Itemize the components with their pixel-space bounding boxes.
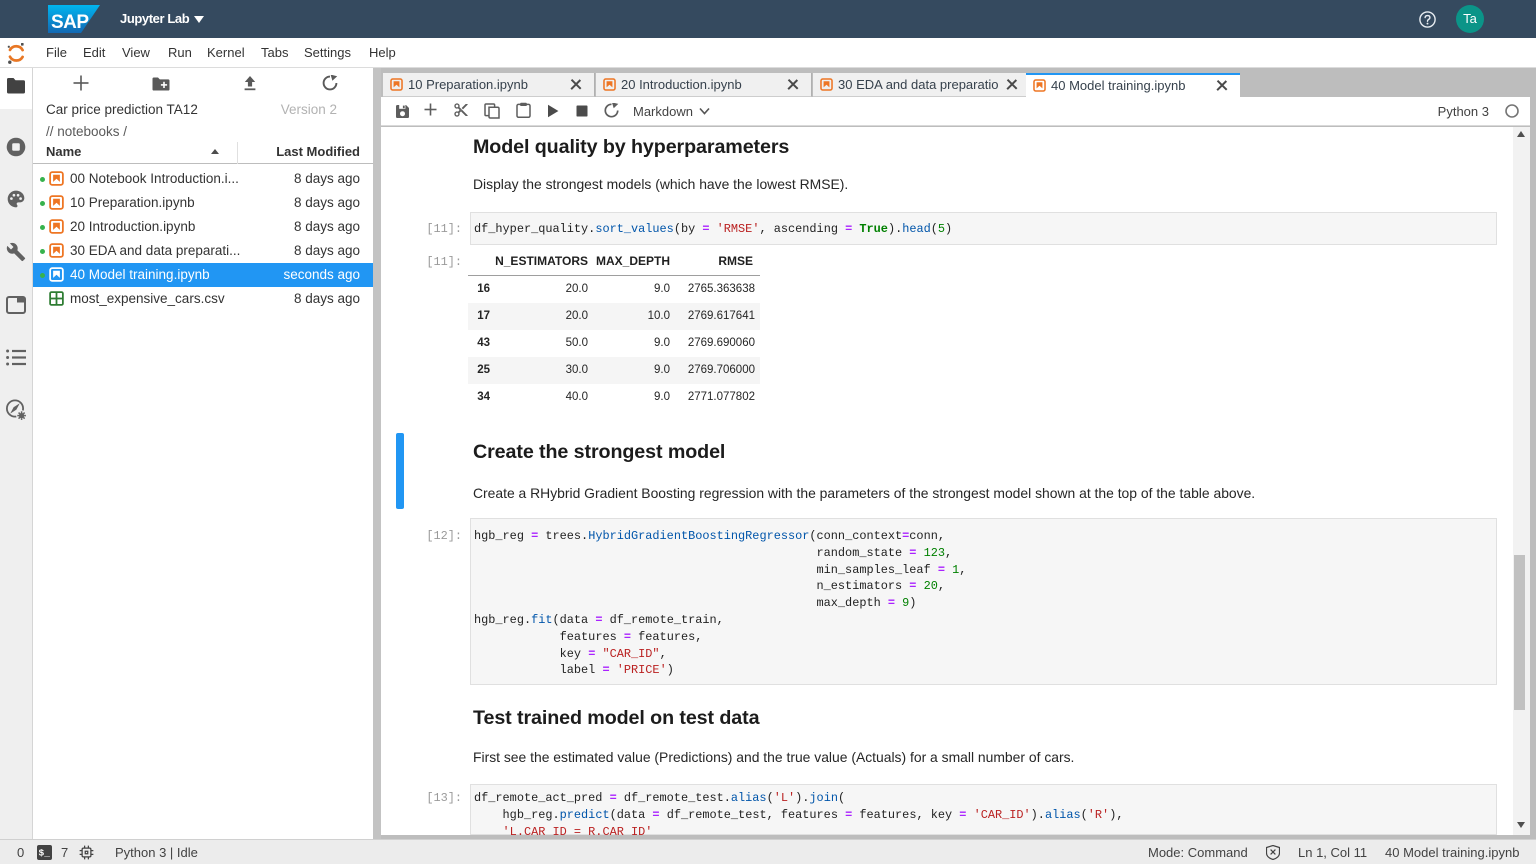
svg-text:SAP: SAP (51, 12, 89, 33)
svg-text:$_: $_ (39, 848, 51, 859)
